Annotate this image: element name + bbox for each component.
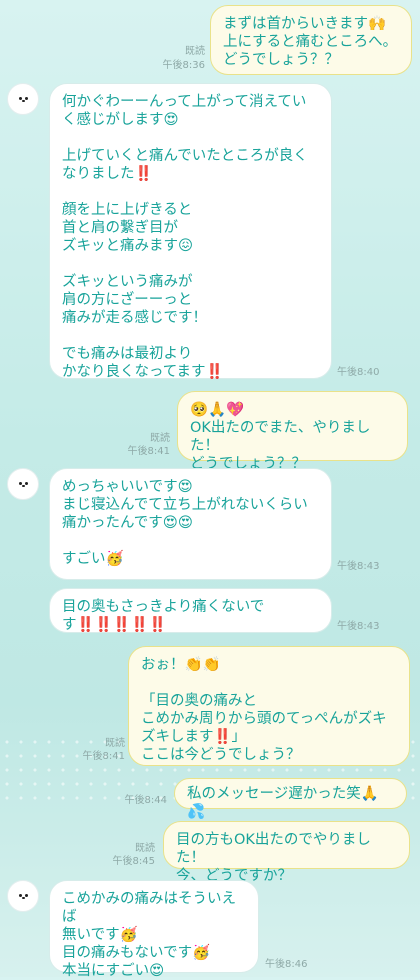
- message-time: 午後8:41: [82, 751, 125, 762]
- message-time: 午後8:40: [337, 367, 380, 378]
- message-time: 午後8:44: [124, 795, 167, 806]
- message-read-status: 既読: [135, 843, 155, 854]
- message-bubble-outgoing[interactable]: 🥺🙏💖 OK出たのでまた、やりました！ どうでしょう？？: [177, 391, 408, 472]
- message-time: 午後8:43: [337, 621, 380, 632]
- message-bubble-incoming[interactable]: 何かぐわーーんって上がって消えていく感じがします😍 上げていくと痛んでいたところ…: [49, 83, 332, 380]
- avatar[interactable]: [7, 468, 39, 500]
- message-time: 午後8:41: [127, 446, 170, 457]
- message-time: 午後8:36: [162, 60, 205, 71]
- message-bubble-incoming[interactable]: 目の奥もさっきより痛くないです‼️‼️‼️‼️‼️: [49, 588, 332, 633]
- message-bubble-outgoing[interactable]: おぉ！👏👏 「目の奥の痛みと こめかみ周りから頭のてっぺんがズキズキします‼️」…: [128, 646, 410, 766]
- message-time: 午後8:43: [337, 561, 380, 572]
- message-bubble-outgoing[interactable]: 目の方もOK出たのでやりました！ 今、どうですか？: [163, 821, 410, 884]
- message-bubble-outgoing[interactable]: 私のメッセージ遅かった笑🙏💦: [174, 778, 407, 820]
- message-read-status: 既読: [105, 738, 125, 749]
- avatar[interactable]: [7, 880, 39, 912]
- message-bubble-incoming[interactable]: こめかみの痛みはそういえば 無いです🥳 目の痛みもないです🥳 本当にすごい😍: [49, 880, 259, 979]
- message-read-status: 既読: [150, 433, 170, 444]
- message-read-status: 既読: [185, 46, 205, 57]
- message-time: 午後8:46: [265, 959, 308, 970]
- message-bubble-incoming[interactable]: めっちゃいいです😍 まじ寝込んでて立ち上がれないくらい痛かったんです😍😍 すごい…: [49, 468, 332, 580]
- message-bubble-outgoing[interactable]: まずは首からいきます🙌 上にすると痛むところへ。 どうでしょう？？: [210, 5, 412, 75]
- avatar[interactable]: [7, 83, 39, 115]
- message-time: 午後8:45: [112, 856, 155, 867]
